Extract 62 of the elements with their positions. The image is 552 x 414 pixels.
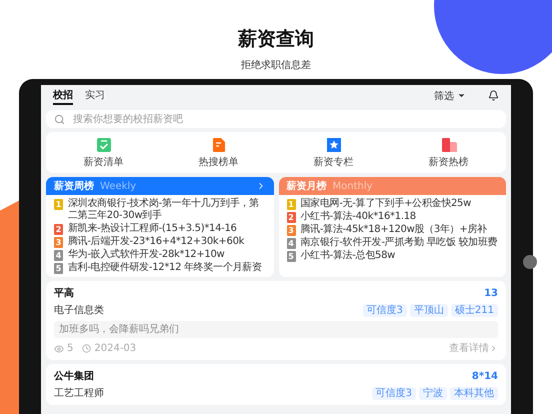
search-field[interactable]: 搜索你想要的校招薪资吧: [71, 112, 498, 126]
company-name: 公牛集团: [54, 370, 94, 383]
document-icon: [210, 137, 226, 153]
ranking-item[interactable]: 小红书-算法-40k*16*1.18: [300, 211, 416, 223]
view-count: 5: [67, 342, 74, 355]
salary-value: 8*14: [472, 370, 498, 383]
salary-value: 13: [484, 287, 498, 300]
ranking-item[interactable]: 深圳农商银行-技术岗-第一年十几万到手，第二第三年20-30w到手: [68, 198, 268, 222]
shortcut-label[interactable]: 薪资热榜: [428, 155, 468, 169]
eye-icon: [54, 344, 64, 354]
rank-badge: 4: [286, 238, 296, 249]
book-icon: [440, 137, 458, 153]
rank-badge: 1: [286, 199, 296, 210]
tag: 可信度3: [362, 304, 407, 317]
clock-icon: [82, 344, 92, 353]
ranking-item[interactable]: 小红书-算法-总包58w: [300, 250, 396, 262]
checklist-icon: [96, 137, 112, 153]
tag: 本科其他: [450, 387, 498, 400]
rank-badge: 5: [286, 251, 296, 262]
bell-icon[interactable]: [488, 90, 499, 101]
position-name: 电子信息类: [54, 304, 104, 317]
ranking-item[interactable]: 国家电网-无-算了下到手+公积金快25w: [300, 198, 471, 210]
ranking-subtitle: Monthly: [332, 180, 373, 192]
ranking-item[interactable]: 华为-嵌入式软件开发-28k*12+10w: [68, 249, 224, 261]
page-title: 薪资查询: [238, 27, 314, 52]
ranking-item[interactable]: 南京银行-软件开发-严抓考勤 早吃饭 较加班费: [300, 237, 498, 249]
comment-text: 加班多吗，会降薪吗兄弟们: [54, 321, 498, 338]
rank-badge: 4: [54, 250, 63, 261]
tag: 宁波: [419, 387, 447, 400]
ranking-item[interactable]: 新凯来-热设计工程师-(15+3.5)*14-16: [68, 223, 237, 235]
tab[interactable]: 校招: [53, 86, 73, 105]
salary-post-card[interactable]: 平高 13 电子信息类 可信度3 平顶山 硕士211 加班多吗，会降薪吗兄弟们 5 2024-03 查看详情: [46, 281, 506, 360]
post-date: 2024-03: [94, 342, 136, 355]
shortcut-label[interactable]: 热搜榜单: [198, 155, 238, 169]
company-name: 平高: [54, 287, 74, 300]
ranking-item[interactable]: 腾讯-后端开发-23*16+4*12+30k+60k: [68, 236, 244, 248]
filter-button[interactable]: 筛选: [434, 88, 466, 102]
chevron-icon: [489, 344, 498, 353]
ranking-item[interactable]: 吉利-电控硬件研发-12*12 年终奖一个月薪资: [68, 262, 262, 274]
rank-badge: 2: [286, 212, 296, 223]
rank-badge: 2: [54, 224, 63, 235]
tag: 平顶山: [410, 304, 448, 317]
rank-badge: 5: [54, 263, 63, 274]
rank-badge: 3: [286, 225, 296, 236]
salary-post-card[interactable]: 公牛集团 8*14 工艺工程师 可信度3 宁波 本科其他: [46, 364, 506, 405]
tag: 硕士211: [450, 304, 498, 317]
shortcut-label[interactable]: 薪资专栏: [314, 155, 354, 169]
tab[interactable]: 实习: [85, 86, 105, 105]
ranking-subtitle: Weekly: [100, 180, 136, 192]
rank-badge: 1: [54, 199, 63, 210]
tag: 可信度3: [372, 387, 416, 400]
shortcut-label[interactable]: 薪资清单: [84, 155, 124, 169]
ranking-title: 薪资月榜: [286, 180, 326, 193]
position-name: 工艺工程师: [54, 387, 104, 400]
page-subtitle: 拒绝求职信息差: [241, 58, 311, 72]
rank-badge: 3: [54, 237, 63, 248]
ranking-title: 薪资周榜: [54, 180, 94, 193]
home-button[interactable]: [523, 255, 537, 269]
ranking-item[interactable]: 腾讯-算法-45k*18+120w股（3年）+房补: [300, 224, 487, 236]
caret-icon: [457, 91, 466, 100]
search-bar[interactable]: 搜索你想要的校招薪资吧: [46, 110, 506, 128]
search-icon: [54, 114, 65, 124]
